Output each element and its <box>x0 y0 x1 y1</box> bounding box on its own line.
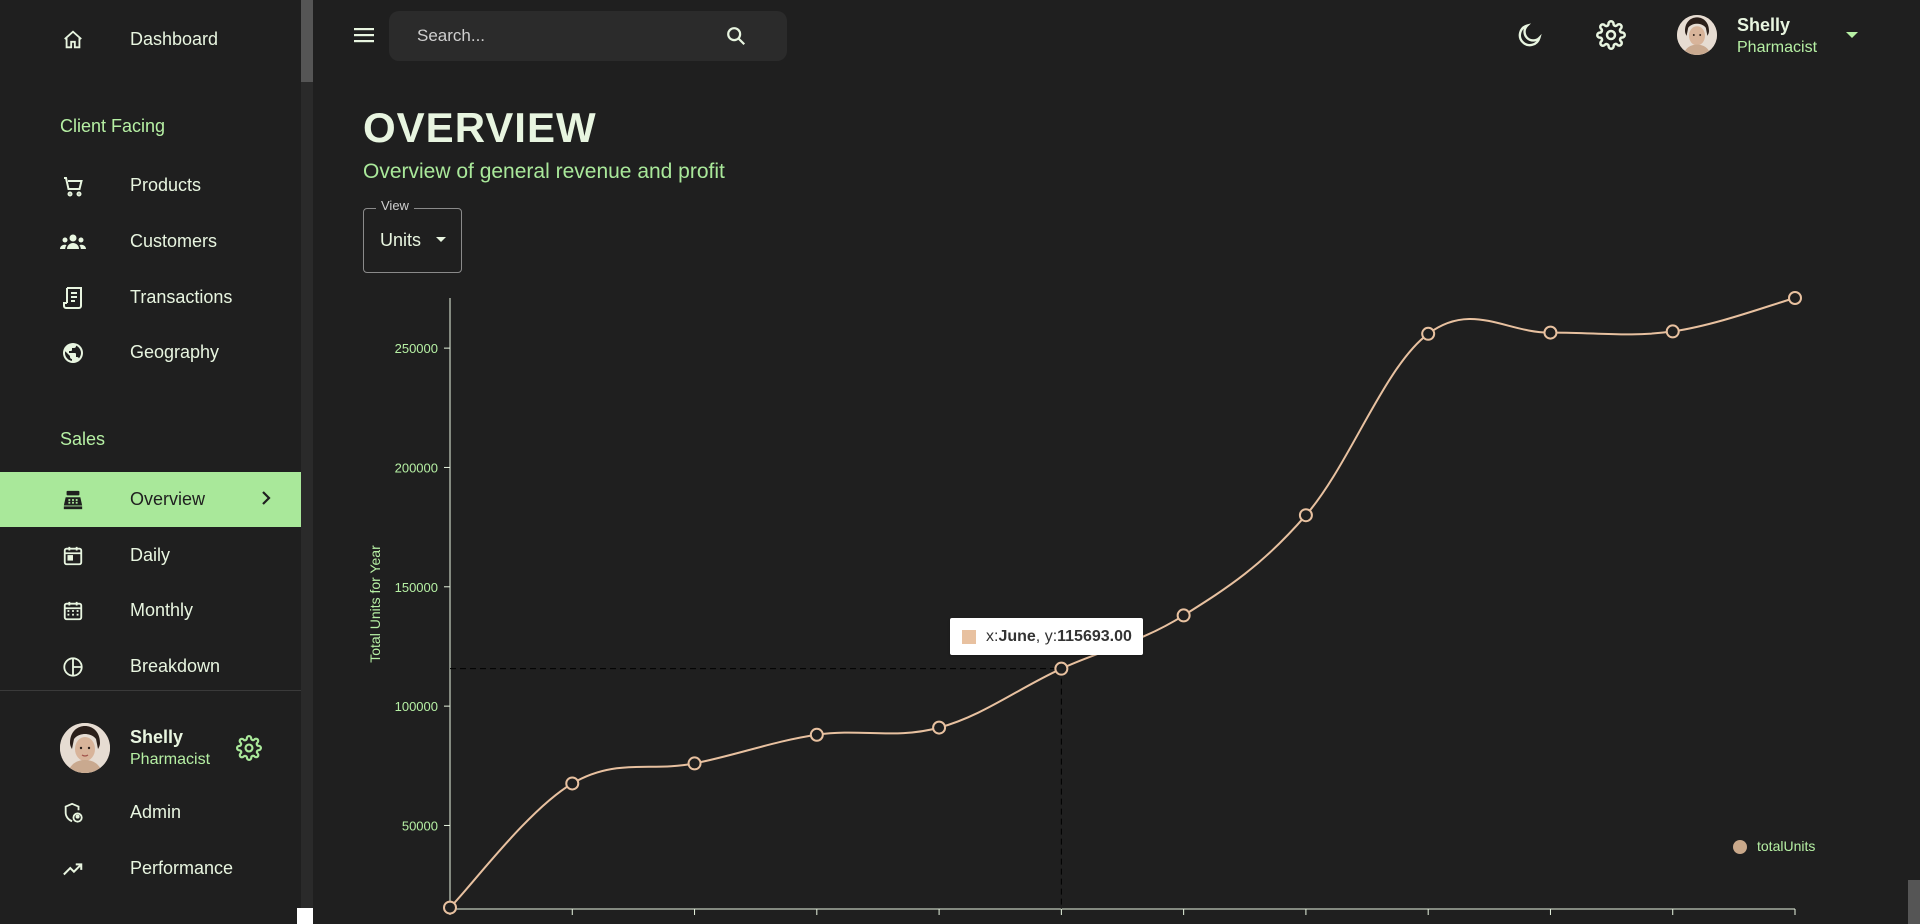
sidebar-item-transactions[interactable]: Transactions <box>0 270 301 325</box>
sidebar-item-breakdown[interactable]: Breakdown <box>0 639 301 694</box>
series-line-totalUnits <box>449 297 1796 909</box>
y-tick-label: 250000 <box>395 341 438 356</box>
main-scrollbar-thumb[interactable] <box>1908 880 1920 924</box>
sidebar-item-label: Daily <box>130 545 171 565</box>
avatar[interactable] <box>60 723 110 773</box>
view-select-value: Units <box>380 230 422 250</box>
data-point-april[interactable] <box>809 727 824 742</box>
settings-gear-icon[interactable] <box>1596 20 1626 55</box>
sidebar-user-name: Shelly <box>130 727 184 747</box>
tooltip-y-value: 115693.00 <box>1057 627 1132 645</box>
admin-shield-icon <box>60 800 86 826</box>
home-icon <box>60 27 86 53</box>
tooltip-x-value: June <box>998 627 1036 645</box>
data-point-december[interactable] <box>1788 291 1802 305</box>
sidebar-item-label: Dashboard <box>130 29 219 49</box>
tooltip-x-prefix: x: <box>986 627 999 645</box>
menu-icon[interactable] <box>352 24 378 48</box>
sidebar-user-card: Shelly Pharmacist <box>0 690 301 800</box>
app: Dashboard Client Facing Products Custome… <box>0 0 1920 924</box>
data-point-february[interactable] <box>565 776 580 791</box>
sidebar-item-overview[interactable]: Overview <box>0 472 301 527</box>
section-title-client-facing: Client Facing <box>60 116 166 136</box>
section-title-sales: Sales <box>60 429 106 449</box>
data-point-september[interactable] <box>1421 326 1436 341</box>
page-title: OVERVIEW <box>363 104 597 151</box>
data-point-october[interactable] <box>1543 325 1558 340</box>
y-tick-label: 200000 <box>395 460 438 475</box>
gear-icon[interactable] <box>236 735 262 766</box>
chart-tooltip: x: June , y: 115693.00 <box>950 618 1143 655</box>
user-role: Pharmacist <box>1737 39 1818 56</box>
y-axis-label: Total Units for Year <box>367 545 383 663</box>
sidebar-user-role: Pharmacist <box>130 751 211 768</box>
shopping-cart-icon <box>60 173 86 199</box>
sidebar-item-geography[interactable]: Geography <box>0 325 301 380</box>
sidebar-item-label: Customers <box>130 231 218 251</box>
sidebar-item-performance[interactable]: Performance <box>0 841 301 896</box>
data-point-january[interactable] <box>443 900 457 915</box>
data-point-may[interactable] <box>932 720 947 735</box>
dropdown-arrow-icon <box>436 237 446 242</box>
sidebar-item-label: Breakdown <box>130 656 221 676</box>
point-of-sale-icon <box>60 487 86 513</box>
legend-label[interactable]: totalUnits <box>1757 838 1815 854</box>
data-point-march[interactable] <box>687 756 702 771</box>
sidebar-item-label: Geography <box>130 342 220 362</box>
sidebar-item-label: Performance <box>130 858 234 878</box>
avatar <box>1677 15 1717 55</box>
y-tick-label: 50000 <box>402 818 438 833</box>
calendar-today-icon <box>60 543 86 569</box>
data-point-august[interactable] <box>1298 508 1313 523</box>
sidebar-item-dashboard[interactable]: Dashboard <box>0 12 301 67</box>
data-point-july[interactable] <box>1176 608 1191 623</box>
dropdown-arrow-icon <box>1845 27 1859 45</box>
user-name: Shelly <box>1737 15 1791 35</box>
view-select-label: View <box>376 198 414 213</box>
data-point-june[interactable] <box>1054 661 1069 676</box>
sidebar: Dashboard Client Facing Products Custome… <box>0 0 301 924</box>
page-subtitle: Overview of general revenue and profit <box>363 160 725 183</box>
calendar-month-icon <box>60 598 86 624</box>
search-bar <box>389 11 787 61</box>
chevron-right-icon <box>259 489 273 510</box>
sidebar-item-label: Overview <box>130 489 206 509</box>
sidebar-item-label: Monthly <box>130 600 194 620</box>
y-tick-label: 150000 <box>395 580 438 595</box>
sidebar-item-label: Products <box>130 175 202 195</box>
tooltip-sep: , y: <box>1035 627 1058 645</box>
data-point-november[interactable] <box>1665 324 1680 339</box>
receipt-icon <box>60 285 86 311</box>
sidebar-scrollbar[interactable] <box>301 0 313 924</box>
sidebar-item-customers[interactable]: Customers <box>0 214 301 269</box>
globe-icon <box>60 340 86 366</box>
sidebar-scrollbar-thumb[interactable] <box>301 0 313 82</box>
dark-mode-icon[interactable] <box>1516 20 1544 55</box>
scroll-corner <box>297 908 313 924</box>
sidebar-item-daily[interactable]: Daily <box>0 528 301 583</box>
y-tick-label: 100000 <box>395 699 438 714</box>
sidebar-item-products[interactable]: Products <box>0 158 301 213</box>
tooltip-swatch <box>962 629 976 644</box>
trending-up-icon <box>60 856 86 882</box>
view-select[interactable]: View Units <box>363 198 462 273</box>
legend-swatch <box>1733 840 1747 854</box>
sidebar-item-monthly[interactable]: Monthly <box>0 583 301 638</box>
groups-icon <box>60 229 86 255</box>
sidebar-item-label: Admin <box>130 802 182 822</box>
search-input[interactable] <box>417 11 717 61</box>
pie-chart-icon <box>60 654 86 680</box>
search-icon[interactable] <box>725 25 747 52</box>
sidebar-item-admin[interactable]: Admin <box>0 785 301 840</box>
sidebar-item-label: Transactions <box>130 287 233 307</box>
